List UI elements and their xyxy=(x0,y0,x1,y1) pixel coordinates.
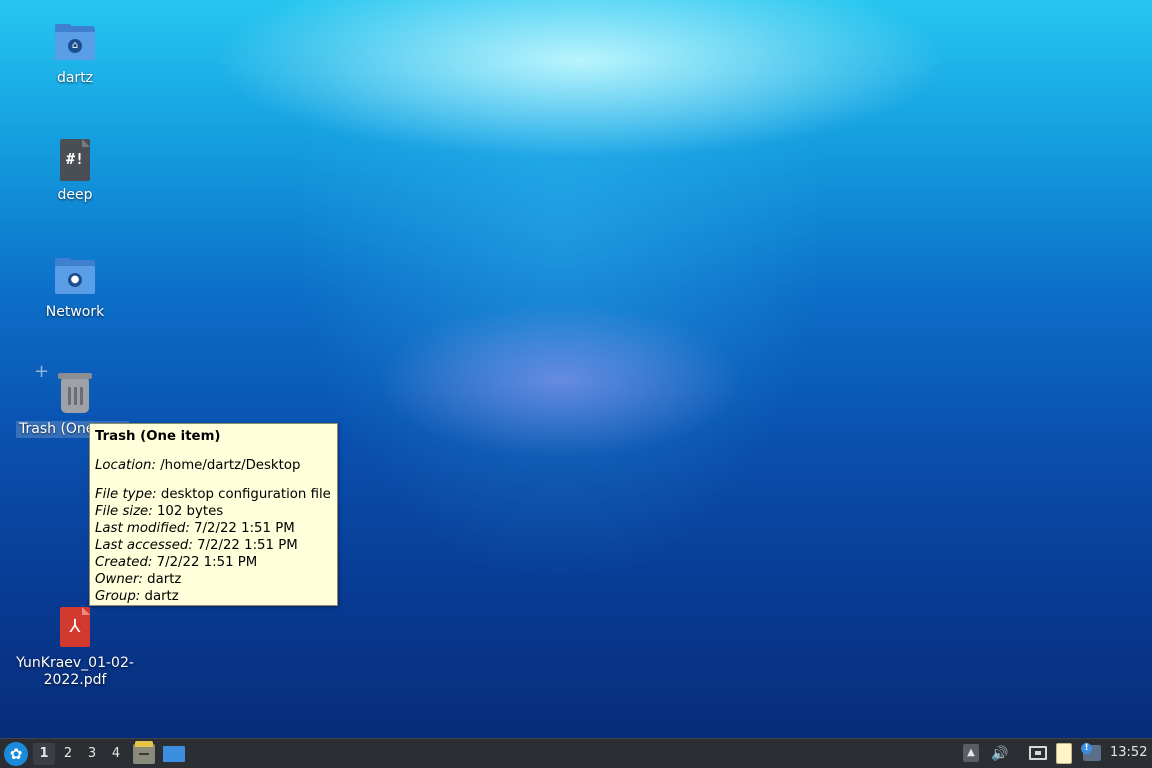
desktop-icon-label: deep xyxy=(57,187,93,203)
show-hidden-icons-icon[interactable]: ▲ xyxy=(963,744,979,762)
start-menu-icon[interactable]: ✿ xyxy=(4,742,28,766)
show-desktop-icon[interactable] xyxy=(163,746,185,762)
tooltip-location: Location: /home/dartz/Desktop xyxy=(95,458,301,473)
tooltip-file-size: File size: 102 bytes xyxy=(95,504,224,519)
workspace-1-button[interactable]: 1 xyxy=(33,743,55,765)
volume-icon[interactable]: 🔊 xyxy=(989,743,1011,765)
tooltip-title: Trash (One item) xyxy=(95,429,221,444)
trash-icon xyxy=(53,373,97,417)
file-manager-icon[interactable] xyxy=(133,741,155,764)
pdf-file-icon: ⅄ xyxy=(53,607,97,651)
tooltip-last-accessed: Last accessed: 7/2/22 1:51 PM xyxy=(95,538,298,553)
tooltip-owner: Owner: dartz xyxy=(95,572,182,587)
desktop-icon-network[interactable]: ● Network xyxy=(16,256,134,321)
taskbar: ✿ 1 2 3 4 ▲ 🔊 ! 13:52 xyxy=(0,738,1152,768)
desktop-icon-label-line1: YunKraev_01-02- xyxy=(16,655,134,671)
workspace-2-button[interactable]: 2 xyxy=(57,743,79,765)
desktop-icon-dartz[interactable]: ⌂ dartz xyxy=(16,22,134,87)
desktop-icon-label: dartz xyxy=(56,70,94,86)
workspace-4-button[interactable]: 4 xyxy=(105,743,127,765)
clipboard-icon[interactable] xyxy=(1056,743,1072,764)
tooltip-last-modified: Last modified: 7/2/22 1:51 PM xyxy=(95,521,295,536)
tooltip-file-type: File type: desktop configuration file xyxy=(95,487,331,502)
file-tooltip: Trash (One item) Location: /home/dartz/D… xyxy=(89,423,338,606)
network-icon[interactable] xyxy=(1029,746,1047,760)
desktop-icon-label: Network xyxy=(45,304,105,320)
desktop[interactable]: ⌂ dartz #! deep ● Network + Trash (One ⅄ xyxy=(0,0,1152,738)
home-folder-icon: ⌂ xyxy=(53,22,97,66)
tooltip-group: Group: dartz xyxy=(95,589,179,604)
script-file-icon: #! xyxy=(53,139,97,183)
desktop-icon-deep[interactable]: #! deep xyxy=(16,139,134,204)
notifications-icon[interactable]: ! xyxy=(1081,743,1101,761)
clock[interactable]: 13:52 xyxy=(1110,745,1147,760)
tooltip-created: Created: 7/2/22 1:51 PM xyxy=(95,555,258,570)
desktop-icon-label-line2: 2022.pdf xyxy=(43,672,107,688)
network-folder-icon: ● xyxy=(53,256,97,300)
workspace-3-button[interactable]: 3 xyxy=(81,743,103,765)
desktop-icon-pdf[interactable]: ⅄ YunKraev_01-02- 2022.pdf xyxy=(16,607,134,689)
